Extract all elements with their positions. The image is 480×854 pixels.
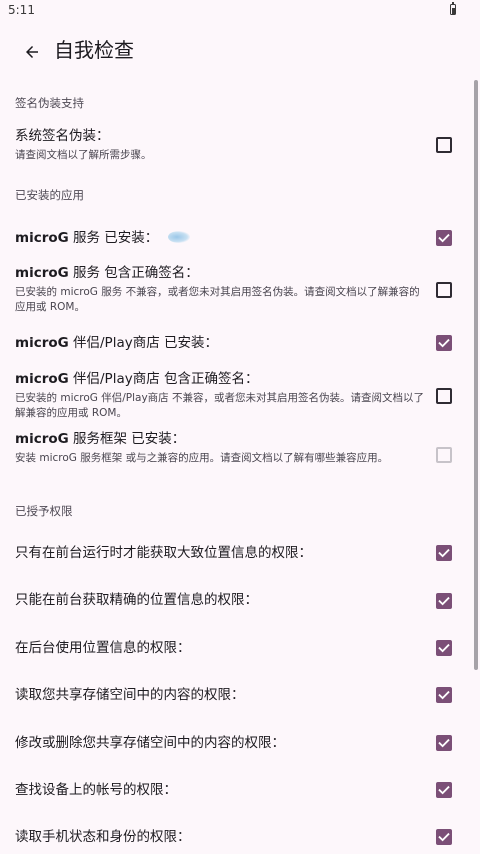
item-title: 只有在前台运行时才能获取大致位置信息的权限：	[15, 545, 312, 561]
check-icon	[438, 643, 450, 653]
checkbox-permission-fine-location[interactable]	[436, 593, 452, 609]
status-time: 5:11	[8, 3, 35, 17]
check-icon	[438, 738, 450, 748]
app-bar: 自我检查	[0, 24, 480, 80]
checkbox-permission-write-storage[interactable]	[436, 735, 452, 751]
checkbox-services-installed[interactable]	[436, 230, 452, 246]
checkbox-companion-installed[interactable]	[436, 335, 452, 351]
page-title: 自我检查	[54, 38, 134, 62]
section-header-permissions: 已授予权限	[15, 504, 73, 518]
battery-icon	[450, 1, 456, 15]
checkbox-services-signature[interactable]	[436, 282, 452, 298]
settings-list[interactable]: 签名伪装支持 系统签名伪装： 请查阅文档以了解所需步骤。 已安装的应用 micr…	[0, 80, 480, 854]
check-icon	[438, 690, 450, 700]
checkbox-framework-installed[interactable]	[436, 447, 452, 463]
checkbox-permission-background-location[interactable]	[436, 640, 452, 656]
check-icon	[438, 338, 450, 348]
check-icon	[438, 785, 450, 795]
item-summary: 已安装的 microG 服务 不兼容，或者您未对其启用签名伪装。请查阅文档以了解…	[15, 286, 420, 313]
item-title: 查找设备上的帐号的权限：	[15, 782, 177, 798]
back-button[interactable]	[12, 32, 52, 72]
section-header-signature: 签名伪装支持	[15, 96, 84, 110]
item-title: microG 伴侣/Play商店 已安装：	[15, 335, 219, 351]
checkbox-system-signature[interactable]	[436, 137, 452, 153]
screen-artifact	[168, 231, 190, 243]
item-summary: 安装 microG 服务框架 或与之兼容的应用。请查阅文档以了解有哪些兼容应用。	[15, 452, 389, 464]
item-title: microG 服务框架 已安装：	[15, 431, 186, 447]
item-title: microG 伴侣/Play商店 包含正确签名：	[15, 371, 259, 387]
check-icon	[438, 832, 450, 842]
check-icon	[438, 596, 450, 606]
item-title: 在后台使用位置信息的权限：	[15, 640, 191, 656]
checkbox-permission-read-storage[interactable]	[436, 687, 452, 703]
check-icon	[438, 548, 450, 558]
item-title: 系统签名伪装：	[15, 128, 110, 144]
item-summary: 已安装的 microG 伴侣/Play商店 不兼容，或者您未对其启用签名伪装。请…	[15, 392, 425, 419]
checkbox-companion-signature[interactable]	[436, 388, 452, 404]
scrollbar-thumb[interactable]	[474, 80, 478, 670]
item-title: 读取手机状态和身份的权限：	[15, 829, 191, 845]
item-title: 读取您共享存储空间中的内容的权限：	[15, 687, 245, 703]
status-bar: 5:11	[0, 0, 480, 24]
checkbox-permission-accounts[interactable]	[436, 782, 452, 798]
check-icon	[438, 233, 450, 243]
item-title: 修改或删除您共享存储空间中的内容的权限：	[15, 735, 285, 751]
item-title: 只能在前台获取精确的位置信息的权限：	[15, 592, 258, 608]
arrow-back-icon	[26, 46, 38, 58]
checkbox-permission-coarse-location[interactable]	[436, 545, 452, 561]
item-title: microG 服务 已安装：	[15, 230, 159, 246]
item-summary: 请查阅文档以了解所需步骤。	[15, 149, 152, 161]
checkbox-permission-phone-state[interactable]	[436, 829, 452, 845]
item-title: microG 服务 包含正确签名：	[15, 265, 199, 281]
section-header-installed: 已安装的应用	[15, 188, 84, 202]
